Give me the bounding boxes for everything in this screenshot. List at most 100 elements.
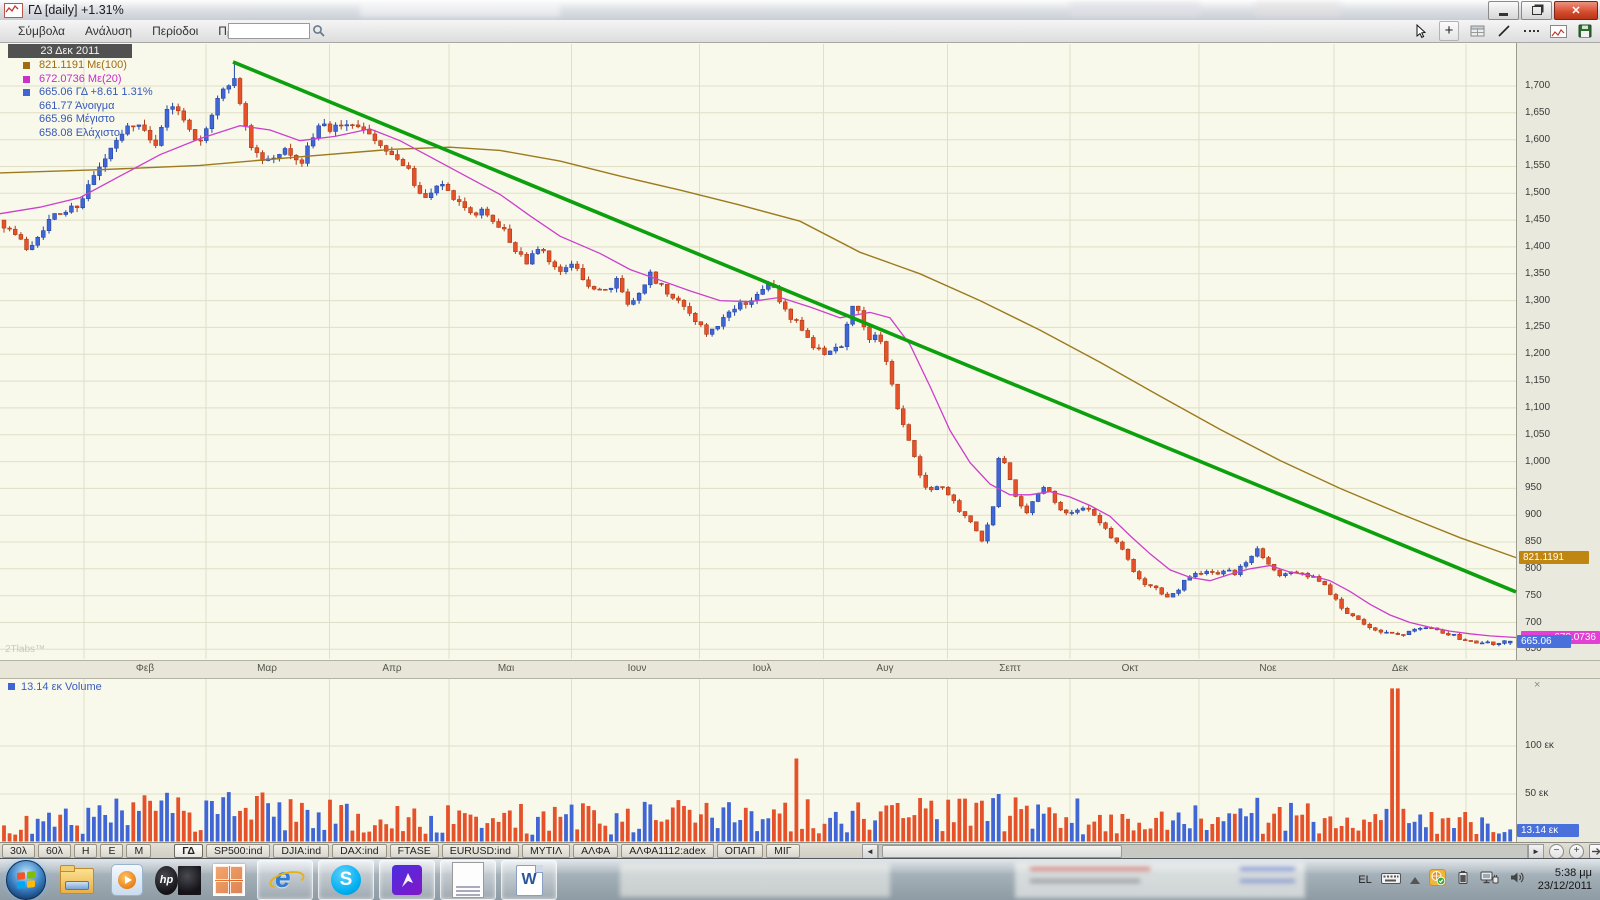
network-icon[interactable] [1480, 870, 1500, 891]
tab-4[interactable]: Μ [126, 844, 151, 858]
trendline-tool-icon[interactable] [1495, 22, 1513, 40]
y-axis-tick: 1,550 [1525, 160, 1550, 171]
volume-y-axis [1516, 678, 1600, 842]
tab-13[interactable]: ΑΛΦΑ1112:adex [621, 844, 714, 858]
legend-text: 661.77 Άνοιγμα [39, 100, 115, 112]
legend-swatch [23, 89, 30, 96]
tab-10[interactable]: EURUSD:ind [442, 844, 519, 858]
y-axis-tick: 850 [1525, 536, 1542, 547]
background-window-ghost [1255, 2, 1340, 16]
search-icon[interactable] [312, 24, 326, 43]
taskbar-item-skype[interactable]: S [318, 860, 374, 900]
symbol-search-input[interactable] [228, 23, 310, 39]
start-button[interactable] [4, 861, 48, 899]
taskbar-item-media-player[interactable] [104, 861, 150, 899]
background-window-ghost [360, 2, 560, 17]
legend-row-0: 821.1191 Με(100) [6, 59, 153, 73]
tab-9[interactable]: FTASE [390, 844, 439, 858]
update-globe-icon[interactable] [1429, 869, 1446, 891]
y-axis-tick: 1,150 [1525, 375, 1550, 386]
tab-8[interactable]: DAX:ind [332, 844, 387, 858]
tab-1[interactable]: 60λ [38, 844, 71, 858]
legend-text: 658.08 Ελάχιστο [39, 127, 120, 139]
legend-text: 821.1191 Με(100) [39, 59, 127, 71]
speaker-icon[interactable] [1509, 870, 1525, 890]
windows-start-icon [6, 860, 46, 900]
scrollbar-track[interactable] [878, 844, 1528, 859]
keyboard-icon[interactable] [1381, 871, 1401, 890]
y-axis-tick: 800 [1525, 563, 1542, 574]
tab-5[interactable]: ΓΔ [174, 844, 203, 858]
tab-12[interactable]: ΑΛΦΑ [573, 844, 618, 858]
taskbar-item-hp[interactable]: hp [155, 861, 201, 899]
legend-date: 23 Δεκ 2011 [8, 44, 132, 58]
y-axis-tick: 1,250 [1525, 321, 1550, 332]
y-axis-tick: 1,350 [1525, 268, 1550, 279]
legend-row-5: 658.08 Ελάχιστο [6, 127, 153, 141]
x-axis-month: Νοε [1246, 663, 1290, 674]
grid-tool-icon[interactable] [1468, 22, 1486, 40]
language-indicator[interactable]: EL [1358, 874, 1371, 886]
save-icon[interactable] [1576, 22, 1594, 40]
tab-0[interactable]: 30λ [2, 844, 35, 858]
tab-15[interactable]: ΜΙΓ [766, 844, 799, 858]
minimize-icon [1499, 13, 1508, 16]
volume-axis-tick: 100 εκ [1525, 740, 1554, 751]
tab-14[interactable]: ΟΠΑΠ [717, 844, 763, 858]
fit-width-icon[interactable] [1589, 844, 1600, 859]
volume-panel-close-icon[interactable]: × [1534, 680, 1540, 690]
y-axis-tick: 700 [1525, 617, 1542, 628]
dotted-line-tool-icon[interactable] [1522, 22, 1540, 40]
zoom-out-button[interactable]: − [1549, 844, 1564, 859]
clock-time: 5:38 μμ [1538, 867, 1592, 880]
legend-row-1: 672.0736 Με(20) [6, 73, 153, 87]
volume-axis-tick: 50 εκ [1525, 788, 1548, 799]
tab-6[interactable]: SP500:ind [206, 844, 270, 858]
y-axis-tick: 1,400 [1525, 241, 1550, 252]
x-axis-month: Αυγ [863, 663, 907, 674]
x-axis-month: Ιουλ [740, 663, 784, 674]
candlestick-chart-icon[interactable] [1549, 22, 1567, 40]
picture-manager-icon [213, 864, 245, 896]
scroll-left-button[interactable]: ◄ [862, 844, 878, 859]
restore-button[interactable] [1521, 1, 1552, 20]
notes-icon [452, 862, 484, 898]
taskbar-item-explorer[interactable] [53, 861, 99, 899]
scrollbar-thumb[interactable] [882, 845, 1122, 858]
folder-icon [60, 868, 92, 892]
legend-row-4: 665.96 Μέγιστο [6, 113, 153, 127]
close-button[interactable]: ✕ [1554, 1, 1598, 20]
menu-item-2[interactable]: Περίοδοι [142, 20, 208, 42]
price-tag: 665.06 [1517, 635, 1571, 648]
tab-3[interactable]: Ε [100, 844, 123, 858]
clock-date: 23/12/2011 [1538, 880, 1592, 893]
battery-icon[interactable] [1455, 870, 1471, 890]
crosshair-tool-icon[interactable]: + [1439, 21, 1459, 41]
taskbar-item-notes[interactable] [440, 860, 496, 900]
tab-2[interactable]: Η [74, 844, 98, 858]
show-hidden-icons-icon[interactable] [1410, 877, 1420, 884]
background-window-ghost [1070, 2, 1200, 16]
minimize-button[interactable] [1488, 1, 1519, 20]
cursor-tool-icon[interactable] [1412, 22, 1430, 40]
tab-11[interactable]: ΜΥΤΙΛ [522, 844, 570, 858]
tab-7[interactable]: DJIA:ind [273, 844, 329, 858]
taskbar-item-internet-explorer[interactable]: e [257, 860, 313, 900]
volume-chart-plot[interactable] [0, 678, 1600, 842]
menu-item-0[interactable]: Σύμβολα [8, 20, 75, 42]
taskbar-clock[interactable]: 5:38 μμ 23/12/2011 [1538, 867, 1592, 893]
x-axis-month: Απρ [370, 663, 414, 674]
x-axis-month: Σεπτ [988, 663, 1032, 674]
media-player-icon [111, 864, 143, 896]
price-chart-plot[interactable] [0, 42, 1600, 660]
tab-bar: 30λ60λΗΕΜ ΓΔSP500:indDJIA:indDAX:indFTASE… [0, 842, 1600, 859]
legend-text: 665.06 ΓΔ +8.61 1.31% [39, 86, 153, 98]
taskbar-item-word[interactable]: W [501, 860, 557, 900]
legend-row-3: 661.77 Άνοιγμα [6, 100, 153, 114]
taskbar-item-trading-app[interactable] [379, 860, 435, 900]
taskbar-item-picture-manager[interactable] [206, 861, 252, 899]
zoom-in-button[interactable]: + [1569, 844, 1584, 859]
scroll-right-button[interactable]: ► [1528, 844, 1544, 859]
menu-item-1[interactable]: Ανάλυση [75, 20, 142, 42]
menu-bar: ΣύμβολαΑνάλυσηΠερίοδοιΠροβολή + [0, 20, 1600, 43]
